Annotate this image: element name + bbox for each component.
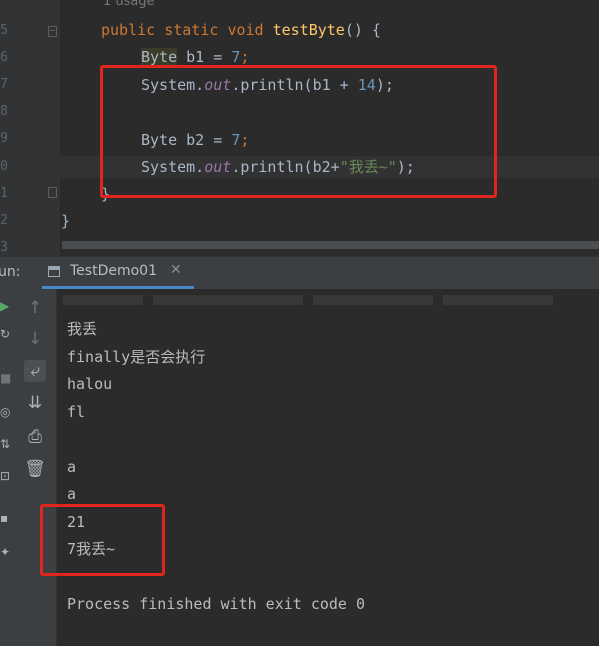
console-line: halou (67, 375, 113, 393)
line-number: 5 (0, 23, 8, 38)
blurred-command-line (153, 295, 303, 305)
line-number: 7 (0, 77, 8, 92)
code-editor[interactable]: 5 6 7 8 9 0 1 2 3 1 usage public static … (0, 0, 599, 256)
console-line: 我丢 (67, 320, 98, 338)
stop-icon[interactable]: ■ (0, 371, 12, 385)
console-line: finally是否会执行 (67, 348, 206, 366)
line-gutter: 5 6 7 8 9 0 1 2 3 (0, 0, 60, 256)
annotation-box (100, 65, 497, 198)
fold-icon[interactable] (48, 187, 57, 198)
soft-wrap-icon[interactable]: ⤶ (24, 360, 46, 382)
trash-icon[interactable]: 🗑 (24, 458, 46, 480)
fold-icon[interactable] (48, 26, 57, 37)
line-number: 1 (0, 186, 8, 201)
horizontal-scrollbar[interactable] (62, 241, 599, 249)
run-label: un: (0, 264, 21, 280)
line-number: 9 (0, 131, 8, 146)
pin-icon[interactable]: ✦ (0, 545, 12, 559)
settings-icon[interactable]: ▪ (0, 511, 12, 525)
layout-icon[interactable]: ⊡ (0, 469, 12, 483)
camera-icon[interactable]: ◎ (0, 405, 12, 419)
blurred-command-line (443, 295, 553, 305)
run-tool-window-header: un: TestDemo01 ✕ (0, 256, 599, 289)
line-number: 8 (0, 104, 8, 119)
console-line: fl (67, 403, 86, 421)
arrow-up-icon[interactable]: ↑ (24, 297, 46, 319)
close-icon[interactable]: ✕ (170, 262, 182, 278)
run-actions-toolbar: ▶ ↻ ■ ◎ ⇅ ⊡ ▪ ✦ (0, 289, 14, 646)
usage-hint[interactable]: 1 usage (103, 0, 155, 9)
code-line[interactable]: public static void testByte() { (101, 21, 381, 39)
blurred-command-line (63, 295, 143, 305)
restart-icon[interactable]: ↻ (0, 327, 12, 341)
annotation-box (40, 504, 165, 576)
rerun-icon[interactable]: ▶ (0, 299, 12, 313)
blurred-command-line (313, 295, 433, 305)
arrow-down-icon[interactable]: ↓ (24, 328, 46, 350)
console-icon (48, 266, 60, 277)
code-line[interactable]: Byte b1 = 7; (141, 48, 249, 66)
console-line: a (67, 485, 77, 503)
sort-icon[interactable]: ⇅ (0, 437, 12, 451)
print-icon[interactable]: ⎙ (24, 426, 46, 448)
line-number: 3 (0, 240, 8, 255)
console-line: Process finished with exit code 0 (67, 595, 366, 613)
scroll-to-end-icon[interactable]: ⇊ (24, 392, 46, 414)
code-line[interactable]: } (61, 212, 70, 230)
tab-testdemo01[interactable]: TestDemo01 ✕ (42, 257, 194, 289)
console-output[interactable]: 我丢 finally是否会执行 halou fl a a 21 7我丢~ Pro… (57, 289, 599, 646)
line-number: 6 (0, 50, 8, 65)
line-number: 2 (0, 213, 8, 228)
line-number: 0 (0, 159, 8, 174)
console-line: a (67, 458, 77, 476)
tab-label: TestDemo01 (70, 263, 157, 279)
console-toolbar: ↑ ↓ ⤶ ⇊ ⎙ 🗑 (14, 289, 57, 646)
